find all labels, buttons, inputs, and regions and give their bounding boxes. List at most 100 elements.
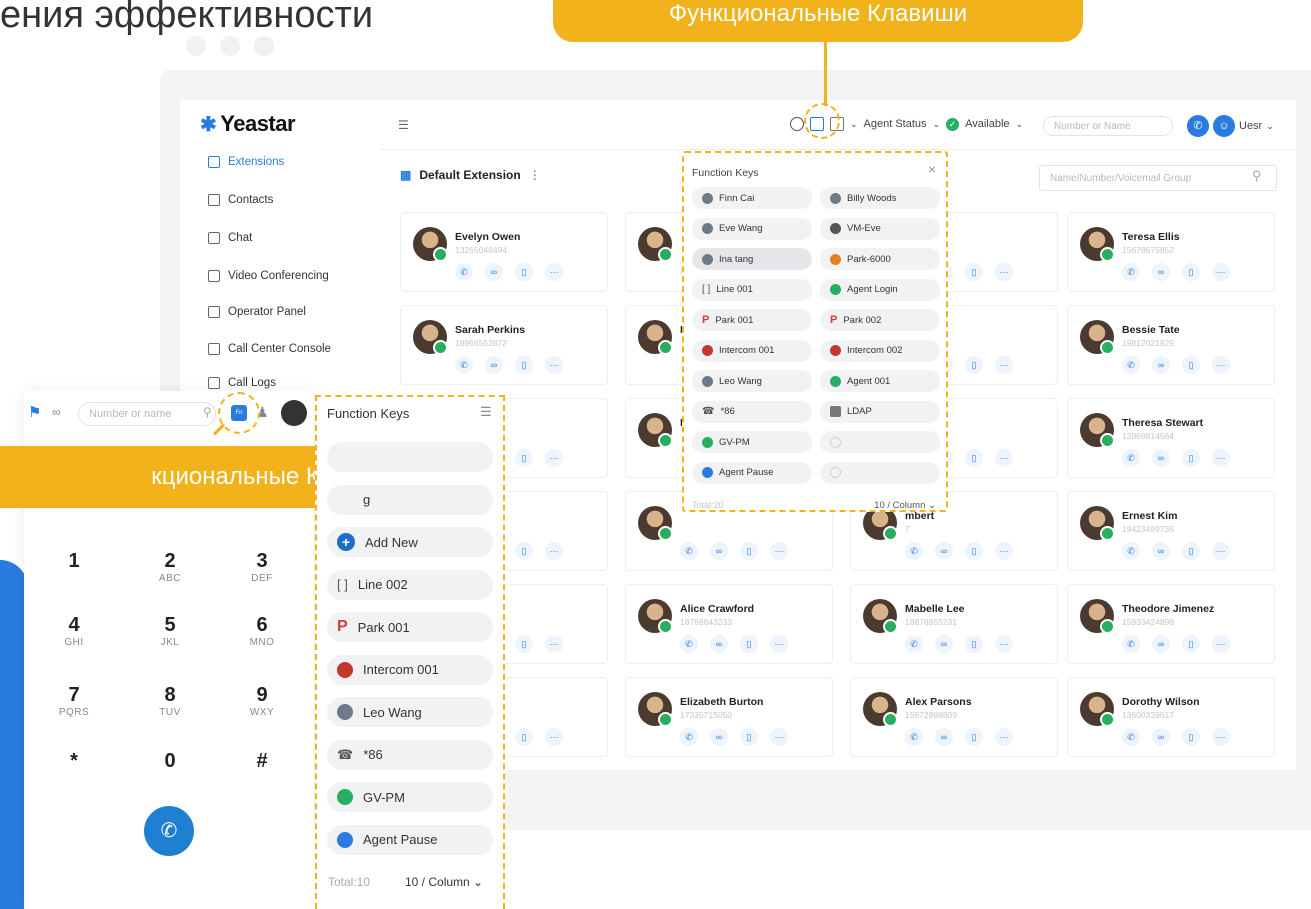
voicemail-icon[interactable]: ∞ (935, 635, 953, 653)
avatar[interactable] (638, 599, 673, 634)
number-search-input[interactable]: Number or Name (1043, 116, 1173, 136)
more-icon[interactable]: ⋯ (770, 542, 788, 560)
phone-function-key[interactable]: Leo Wang (327, 697, 493, 727)
function-key[interactable]: P Park 002 (820, 309, 940, 331)
voicemail-icon[interactable]: ∞ (935, 542, 953, 560)
collapse-menu-icon[interactable]: ☰ (398, 118, 409, 132)
function-key[interactable] (820, 461, 940, 484)
call-icon[interactable]: ✆ (1122, 449, 1140, 467)
mobile-icon[interactable]: ▯ (740, 542, 758, 560)
phone-function-key[interactable]: GV-PM (327, 782, 493, 812)
sidebar-item-contacts[interactable]: Contacts (208, 194, 273, 206)
mobile-icon[interactable]: ▯ (1182, 728, 1200, 746)
close-icon[interactable]: × (928, 161, 936, 177)
avatar[interactable] (863, 692, 898, 727)
extension-card[interactable]: Theresa Stewart 13969814564 ✆ ∞ ▯ ⋯ (1067, 398, 1275, 478)
more-icon[interactable]: ⋯ (1212, 542, 1230, 560)
call-icon[interactable]: ✆ (905, 728, 923, 746)
avatar[interactable] (863, 599, 898, 634)
mobile-icon[interactable]: ▯ (1182, 542, 1200, 560)
phone-function-key[interactable]: g (327, 484, 493, 515)
avatar[interactable] (1080, 227, 1115, 262)
search-icon[interactable]: ⚲ (203, 405, 212, 419)
more-icon[interactable]: ⋯ (545, 728, 563, 746)
call-icon[interactable]: ✆ (1122, 728, 1140, 746)
phone-number-input[interactable]: Number or name (78, 402, 216, 426)
avatar[interactable] (1080, 506, 1115, 541)
voicemail-icon[interactable]: ∞ (710, 728, 728, 746)
extension-card[interactable]: Alice Crawford 18788843233 ✆ ∞ ▯ ⋯ (625, 584, 833, 664)
call-icon[interactable]: ✆ (680, 728, 698, 746)
help-icon[interactable] (790, 117, 804, 131)
mobile-icon[interactable]: ▯ (515, 635, 533, 653)
menu-icon[interactable]: ☰ (480, 404, 492, 420)
avatar[interactable] (1080, 413, 1115, 448)
more-icon[interactable]: ⋯ (770, 635, 788, 653)
phone-icon[interactable]: ✆ (1187, 115, 1209, 137)
more-icon[interactable]: ⋯ (545, 449, 563, 467)
mobile-icon[interactable]: ▯ (740, 728, 758, 746)
function-key[interactable]: Agent Pause (692, 461, 812, 484)
voicemail-icon[interactable]: ∞ (1152, 449, 1170, 467)
dialpad-key[interactable]: 4 GHI (44, 614, 104, 648)
sidebar-item-video-conferencing[interactable]: Video Conferencing (208, 270, 329, 282)
more-icon[interactable]: ⋯ (995, 728, 1013, 746)
call-icon[interactable]: ✆ (905, 635, 923, 653)
extension-filter-input[interactable]: Name/Number/Voicemail Group (1039, 165, 1277, 191)
extension-card[interactable]: Alex Parsons 15672898809 ✆ ∞ ▯ ⋯ (850, 677, 1058, 757)
mobile-icon[interactable]: ▯ (965, 263, 983, 281)
avatar[interactable] (638, 227, 673, 262)
voicemail-icon[interactable]: ∞ (935, 728, 953, 746)
function-key[interactable]: Billy Woods (820, 187, 940, 209)
dialpad-key[interactable]: 3 DEF (232, 550, 292, 584)
phone-function-key[interactable] (327, 442, 493, 472)
voicemail-icon[interactable]: ∞ (1152, 356, 1170, 374)
function-key[interactable] (820, 431, 940, 453)
mobile-icon[interactable]: ▯ (515, 449, 533, 467)
phone-columns-dropdown[interactable]: 10 / Column ⌄ (405, 875, 483, 889)
voicemail-icon[interactable]: ∞ (52, 405, 61, 419)
call-icon[interactable]: ✆ (905, 542, 923, 560)
voicemail-icon[interactable]: ∞ (710, 542, 728, 560)
more-icon[interactable]: ⋯ (995, 356, 1013, 374)
mobile-icon[interactable]: ▯ (965, 542, 983, 560)
mobile-icon[interactable]: ▯ (965, 635, 983, 653)
dialpad-key[interactable]: 0 (140, 750, 200, 773)
more-icon[interactable]: ⋯ (545, 635, 563, 653)
default-extension-header[interactable]: ▦ Default Extension ⋮ (400, 168, 541, 182)
mobile-icon[interactable]: ▯ (740, 635, 758, 653)
function-key[interactable]: Leo Wang (692, 370, 812, 392)
more-icon[interactable]: ⋯ (1212, 356, 1230, 374)
extension-card[interactable]: Mabelle Lee 18878855231 ✆ ∞ ▯ ⋯ (850, 584, 1058, 664)
call-icon[interactable]: ✆ (455, 263, 473, 281)
sidebar-item-chat[interactable]: Chat (208, 232, 252, 244)
more-icon[interactable]: ⋯ (545, 542, 563, 560)
search-icon[interactable]: ⚲ (1252, 168, 1262, 184)
extension-card[interactable]: Bessie Tate 19812021829 ✆ ∞ ▯ ⋯ (1067, 305, 1275, 385)
voicemail-icon[interactable]: ∞ (1152, 263, 1170, 281)
avatar[interactable] (638, 413, 673, 448)
phone-function-key[interactable]: [ ] Line 002 (327, 569, 493, 600)
extension-card[interactable]: Dorothy Wilson 13600339617 ✆ ∞ ▯ ⋯ (1067, 677, 1275, 757)
more-icon[interactable]: ⋯ (995, 449, 1013, 467)
columns-per-page-dropdown[interactable]: 10 / Column ⌄ (874, 500, 936, 511)
avatar[interactable] (1080, 692, 1115, 727)
sidebar-item-call-center-console[interactable]: Call Center Console ⌄ (208, 343, 392, 355)
mobile-icon[interactable]: ▯ (1182, 356, 1200, 374)
function-key[interactable]: Finn Cai (692, 187, 812, 209)
more-icon[interactable]: ⋯ (1212, 728, 1230, 746)
availability-dropdown[interactable]: Available (965, 118, 1009, 130)
mobile-icon[interactable]: ▯ (515, 728, 533, 746)
mobile-icon[interactable]: ▯ (965, 356, 983, 374)
dialpad-key[interactable]: 5 JKL (140, 614, 200, 648)
dialpad-key[interactable]: * (44, 750, 104, 773)
call-icon[interactable]: ✆ (1122, 356, 1140, 374)
function-key[interactable]: P Park 001 (692, 309, 812, 331)
function-key[interactable]: LDAP (820, 400, 940, 423)
call-icon[interactable]: ✆ (1122, 263, 1140, 281)
voicemail-icon[interactable]: ∞ (710, 635, 728, 653)
avatar[interactable] (413, 320, 448, 355)
function-key[interactable]: Agent Login (820, 278, 940, 301)
avatar[interactable] (1080, 599, 1115, 634)
more-icon[interactable]: ⋯ (545, 356, 563, 374)
